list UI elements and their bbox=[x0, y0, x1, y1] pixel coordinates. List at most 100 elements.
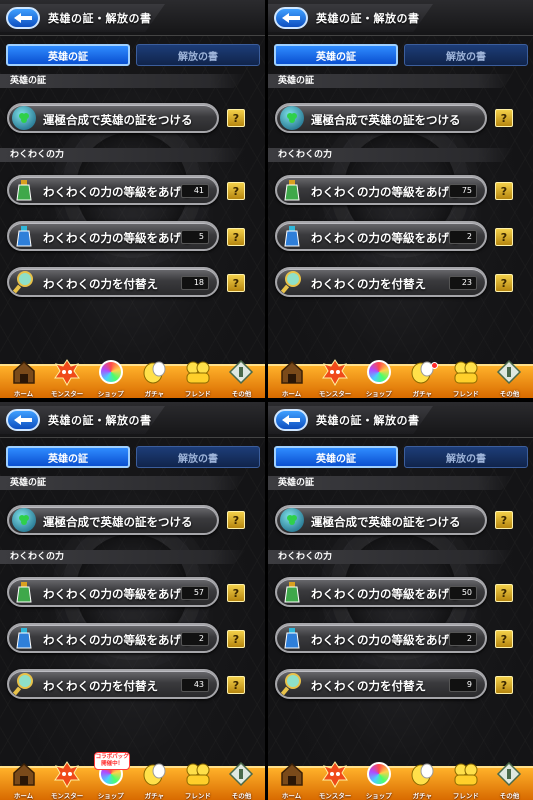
help-button[interactable]: ? bbox=[495, 182, 513, 200]
help-button[interactable]: ? bbox=[495, 676, 513, 694]
house-icon bbox=[276, 358, 308, 386]
replace-button[interactable]: わくわくの力を付替え 43 bbox=[7, 669, 219, 699]
help-button[interactable]: ? bbox=[495, 274, 513, 292]
nav-other[interactable]: その他 bbox=[488, 761, 531, 800]
replace-button[interactable]: わくわくの力を付替え 9 bbox=[275, 669, 487, 699]
help-button[interactable]: ? bbox=[227, 584, 245, 602]
tab-hero-proof[interactable]: 英雄の証 bbox=[274, 446, 398, 468]
tab-hero-proof[interactable]: 英雄の証 bbox=[274, 44, 398, 66]
back-button[interactable] bbox=[274, 409, 308, 431]
tab-bar: 英雄の証 解放の書 bbox=[274, 44, 528, 68]
friends-icon bbox=[450, 760, 482, 788]
back-arrow-icon bbox=[282, 13, 300, 23]
tab-release-book[interactable]: 解放の書 bbox=[136, 446, 260, 468]
nav-home[interactable]: ホーム bbox=[270, 360, 313, 398]
nav-other[interactable]: その他 bbox=[220, 761, 263, 800]
help-button[interactable]: ? bbox=[227, 182, 245, 200]
help-button[interactable]: ? bbox=[495, 109, 513, 127]
help-button[interactable]: ? bbox=[227, 228, 245, 246]
nav-monster[interactable]: モンスター bbox=[314, 761, 357, 800]
replace-button[interactable]: わくわくの力を付替え 18 bbox=[7, 267, 219, 297]
nav-shop[interactable]: コラボパック 開催中！ ショップ bbox=[89, 752, 132, 800]
bottom-nav: ホーム モンスター コラボパック 開催中！ ショップ ガチャ フレンド その他 bbox=[0, 752, 265, 800]
nav-home[interactable]: ホーム bbox=[2, 360, 45, 398]
nav-shop[interactable]: ショップ bbox=[357, 360, 400, 398]
nav-shop[interactable]: ショップ bbox=[357, 762, 400, 800]
nav-gacha[interactable]: ガチャ bbox=[401, 361, 444, 398]
monster-icon bbox=[319, 760, 351, 788]
egg-icon bbox=[406, 760, 438, 788]
replace-label: わくわくの力を付替え bbox=[43, 277, 158, 291]
tab-bar: 英雄の証 解放の書 bbox=[6, 44, 260, 68]
gold-bottle-icon bbox=[12, 580, 36, 604]
nav-friend[interactable]: フレンド bbox=[444, 763, 487, 800]
nav-friend[interactable]: フレンド bbox=[176, 361, 219, 398]
levelup-blue-button[interactable]: わくわくの力の等級をあげる 2 bbox=[275, 623, 487, 653]
help-button[interactable]: ? bbox=[227, 511, 245, 529]
tab-release-book[interactable]: 解放の書 bbox=[404, 446, 528, 468]
tab-hero-proof[interactable]: 英雄の証 bbox=[6, 44, 130, 66]
clover-orb-icon bbox=[280, 106, 304, 130]
nav-shop[interactable]: ショップ bbox=[89, 360, 132, 398]
bottom-nav: ホーム モンスター ショップ ガチャ フレンド その他 bbox=[268, 359, 533, 398]
blue-bottle-icon bbox=[12, 224, 36, 248]
item-count: 2 bbox=[449, 632, 477, 646]
attach-hero-proof-button[interactable]: 運極合成で英雄の証をつける bbox=[275, 505, 487, 535]
attach-hero-proof-button[interactable]: 運極合成で英雄の証をつける bbox=[275, 103, 487, 133]
help-button[interactable]: ? bbox=[227, 676, 245, 694]
header-bar: 英雄の証・解放の書 bbox=[0, 402, 265, 438]
nav-monster[interactable]: モンスター bbox=[46, 359, 89, 398]
blue-bottle-icon bbox=[12, 626, 36, 650]
levelup-gold-button[interactable]: わくわくの力の等級をあげる 50 bbox=[275, 577, 487, 607]
attach-label: 運極合成で英雄の証をつける bbox=[311, 113, 461, 127]
friends-icon bbox=[182, 760, 214, 788]
help-button[interactable]: ? bbox=[495, 228, 513, 246]
levelup-blue-button[interactable]: わくわくの力の等級をあげる 2 bbox=[275, 221, 487, 251]
item-count: 2 bbox=[449, 230, 477, 244]
levelup-blue-button[interactable]: わくわくの力の等級をあげる 2 bbox=[7, 623, 219, 653]
page-title: 英雄の証・解放の書 bbox=[316, 12, 420, 25]
nav-home[interactable]: ホーム bbox=[270, 762, 313, 800]
replace-button[interactable]: わくわくの力を付替え 23 bbox=[275, 267, 487, 297]
levelup-gold-button[interactable]: わくわくの力の等級をあげる 57 bbox=[7, 577, 219, 607]
help-button[interactable]: ? bbox=[495, 584, 513, 602]
screen-panel: 英雄の証・解放の書 英雄の証 解放の書 英雄の証 運極合成で英雄の証をつける ?… bbox=[268, 0, 533, 398]
nav-gacha[interactable]: ガチャ bbox=[133, 361, 176, 398]
nav-monster[interactable]: モンスター bbox=[46, 761, 89, 800]
levelup-blue-button[interactable]: わくわくの力の等級をあげる 5 bbox=[7, 221, 219, 251]
attach-hero-proof-button[interactable]: 運極合成で英雄の証をつける bbox=[7, 505, 219, 535]
help-button[interactable]: ? bbox=[495, 630, 513, 648]
tab-hero-proof[interactable]: 英雄の証 bbox=[6, 446, 130, 468]
diamond-sign-icon bbox=[225, 358, 257, 386]
header-bar: 英雄の証・解放の書 bbox=[268, 0, 533, 36]
back-button[interactable] bbox=[6, 409, 40, 431]
nav-gacha[interactable]: ガチャ bbox=[401, 763, 444, 800]
nav-home[interactable]: ホーム bbox=[2, 762, 45, 800]
magnifier-icon bbox=[280, 672, 304, 696]
nav-monster[interactable]: モンスター bbox=[314, 359, 357, 398]
nav-friend[interactable]: フレンド bbox=[444, 361, 487, 398]
levelup-label: わくわくの力の等級をあげる bbox=[43, 633, 193, 647]
tab-release-book[interactable]: 解放の書 bbox=[136, 44, 260, 66]
section-waku: わくわくの力 bbox=[268, 148, 514, 162]
diamond-sign-icon bbox=[225, 760, 257, 788]
help-button[interactable]: ? bbox=[227, 630, 245, 648]
friends-icon bbox=[182, 358, 214, 386]
help-button[interactable]: ? bbox=[495, 511, 513, 529]
bottom-nav: ホーム モンスター ショップ ガチャ フレンド その他 bbox=[0, 359, 265, 398]
help-button[interactable]: ? bbox=[227, 109, 245, 127]
nav-other[interactable]: その他 bbox=[220, 359, 263, 398]
tab-release-book[interactable]: 解放の書 bbox=[404, 44, 528, 66]
levelup-gold-button[interactable]: わくわくの力の等級をあげる 41 bbox=[7, 175, 219, 205]
nav-gacha[interactable]: ガチャ bbox=[133, 763, 176, 800]
nav-other[interactable]: その他 bbox=[488, 359, 531, 398]
levelup-gold-button[interactable]: わくわくの力の等級をあげる 75 bbox=[275, 175, 487, 205]
section-waku: わくわくの力 bbox=[0, 550, 246, 564]
back-button[interactable] bbox=[6, 7, 40, 29]
attach-hero-proof-button[interactable]: 運極合成で英雄の証をつける bbox=[7, 103, 219, 133]
tab-bar: 英雄の証 解放の書 bbox=[274, 446, 528, 470]
nav-friend[interactable]: フレンド bbox=[176, 763, 219, 800]
section-waku: わくわくの力 bbox=[268, 550, 514, 564]
help-button[interactable]: ? bbox=[227, 274, 245, 292]
back-button[interactable] bbox=[274, 7, 308, 29]
